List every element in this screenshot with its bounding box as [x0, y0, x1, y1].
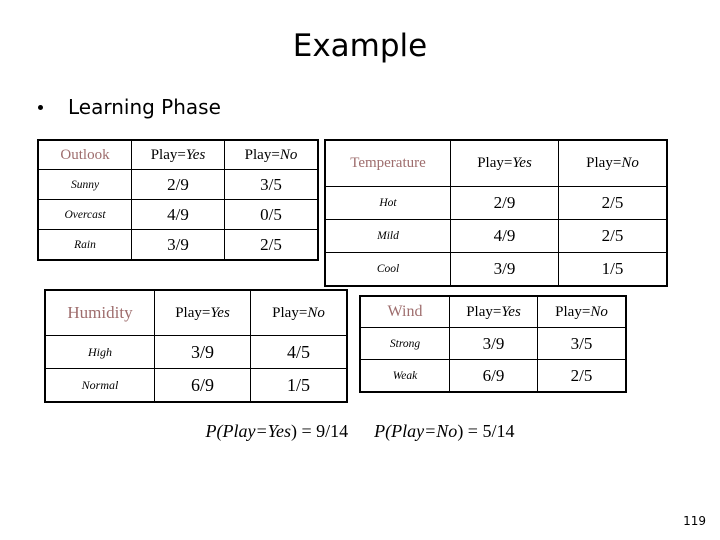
- cell-no: 1/5: [558, 252, 667, 286]
- cell-no: 3/5: [224, 169, 318, 200]
- cell-yes: 3/9: [450, 252, 559, 286]
- table-row: Overcast 4/9 0/5: [38, 199, 318, 230]
- cell-no: 4/5: [250, 335, 347, 369]
- table-row: High 3/9 4/5: [45, 335, 347, 369]
- cell-yes: 4/9: [450, 219, 559, 253]
- table-temperature: Temperature Play=Yes Play=No Hot 2/9 2/5…: [324, 139, 668, 287]
- header-play-yes: Play=Yes: [450, 140, 559, 187]
- table-row: Sunny 2/9 3/5: [38, 169, 318, 200]
- row-label: Normal: [45, 368, 155, 402]
- cell-yes: 3/9: [449, 327, 538, 360]
- cell-no: 2/5: [558, 186, 667, 220]
- row-label: Overcast: [38, 199, 132, 230]
- table-row: Mild 4/9 2/5: [325, 219, 667, 253]
- table-header-row: Wind Play=Yes Play=No: [360, 296, 626, 328]
- header-play-no: Play=No: [537, 296, 626, 328]
- table-row: Rain 3/9 2/5: [38, 229, 318, 260]
- cell-no: 1/5: [250, 368, 347, 402]
- cell-yes: 3/9: [131, 229, 225, 260]
- cell-no: 2/5: [558, 219, 667, 253]
- header-attribute-humidity: Humidity: [45, 290, 155, 336]
- cell-yes: 2/9: [450, 186, 559, 220]
- table-outlook: Outlook Play=Yes Play=No Sunny 2/9 3/5 O…: [37, 139, 319, 261]
- row-label: Hot: [325, 186, 451, 220]
- cell-yes: 6/9: [449, 359, 538, 392]
- prior-play-no: P(Play=No) = 5/14: [374, 421, 515, 441]
- table-row: Normal 6/9 1/5: [45, 368, 347, 402]
- cell-no: 2/5: [224, 229, 318, 260]
- row-label: High: [45, 335, 155, 369]
- table-row: Weak 6/9 2/5: [360, 359, 626, 392]
- cell-no: 0/5: [224, 199, 318, 230]
- row-label: Sunny: [38, 169, 132, 200]
- header-play-no: Play=No: [250, 290, 347, 336]
- cell-yes: 2/9: [131, 169, 225, 200]
- cell-no: 3/5: [537, 327, 626, 360]
- cell-yes: 3/9: [154, 335, 251, 369]
- header-play-no: Play=No: [558, 140, 667, 187]
- table-humidity: Humidity Play=Yes Play=No High 3/9 4/5 N…: [44, 289, 348, 403]
- header-attribute-outlook: Outlook: [38, 140, 132, 170]
- table-row: Cool 3/9 1/5: [325, 252, 667, 286]
- header-attribute-wind: Wind: [360, 296, 450, 328]
- row-label: Strong: [360, 327, 450, 360]
- table-row: Hot 2/9 2/5: [325, 186, 667, 220]
- table-header-row: Humidity Play=Yes Play=No: [45, 290, 347, 336]
- page-number: 119: [683, 514, 706, 528]
- prior-play-yes: P(Play=Yes) = 9/14: [205, 421, 349, 441]
- prior-probabilities: P(Play=Yes) = 9/14 P(Play=No) = 5/14: [0, 421, 720, 442]
- row-label: Mild: [325, 219, 451, 253]
- header-play-yes: Play=Yes: [449, 296, 538, 328]
- bullet-label: Learning Phase: [68, 95, 221, 119]
- page-title: Example: [292, 28, 428, 64]
- table-wind: Wind Play=Yes Play=No Strong 3/9 3/5 Wea…: [359, 295, 627, 393]
- cell-no: 2/5: [537, 359, 626, 392]
- table-row: Strong 3/9 3/5: [360, 327, 626, 360]
- table-header-row: Outlook Play=Yes Play=No: [38, 140, 318, 170]
- bullet-dot-icon: [38, 104, 43, 110]
- row-label: Rain: [38, 229, 132, 260]
- header-play-no: Play=No: [224, 140, 318, 170]
- header-play-yes: Play=Yes: [131, 140, 225, 170]
- row-label: Cool: [325, 252, 451, 286]
- cell-yes: 6/9: [154, 368, 251, 402]
- bullet-learning-phase: Learning Phase: [38, 95, 221, 119]
- table-header-row: Temperature Play=Yes Play=No: [325, 140, 667, 187]
- header-attribute-temperature: Temperature: [325, 140, 451, 187]
- row-label: Weak: [360, 359, 450, 392]
- cell-yes: 4/9: [131, 199, 225, 230]
- header-play-yes: Play=Yes: [154, 290, 251, 336]
